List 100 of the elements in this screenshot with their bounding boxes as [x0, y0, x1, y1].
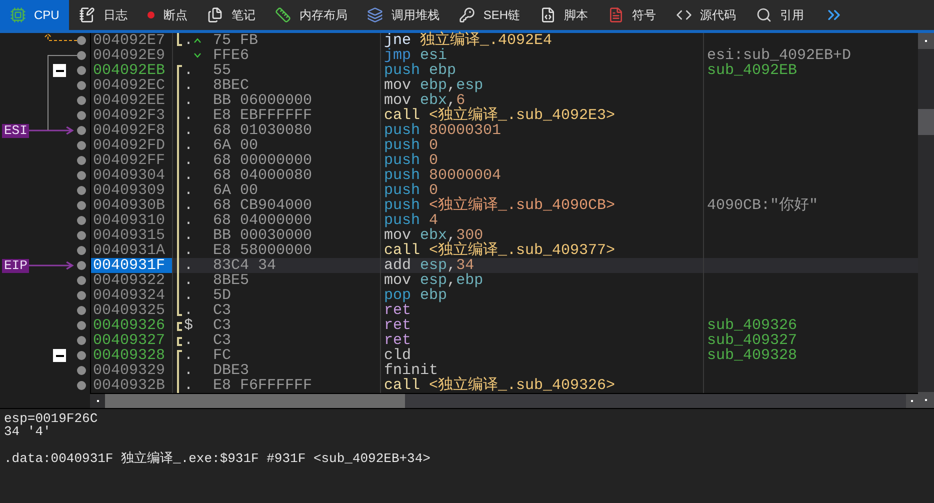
- disassembly-row[interactable]: 004092E7 . 75 FB jne 独立编译_.4092E4: [0, 33, 918, 48]
- comment-cell: 4090CB:"你好": [707, 197, 818, 214]
- disassembly-cell: push ebp: [380, 63, 703, 78]
- disassembly-row[interactable]: 00409327 . C3 ret sub_409327: [0, 333, 918, 348]
- disassembly-cell: ret: [380, 333, 703, 348]
- address-cell-text: 00409328: [92, 348, 166, 363]
- bytes-cell: 55: [213, 63, 232, 78]
- collapse-icon[interactable]: [53, 64, 66, 77]
- tab[interactable]: CPU: [0, 0, 70, 30]
- marker-text: $: [184, 318, 193, 333]
- marker-text: .: [184, 378, 193, 393]
- bytes-cell: BB 00030000: [213, 228, 312, 243]
- marker-text: .: [184, 198, 193, 213]
- marker-text: .: [184, 333, 193, 348]
- disassembly-cell: jne 独立编译_.4092E4: [380, 33, 703, 48]
- breakpoint-dot-icon[interactable]: [77, 156, 86, 165]
- breakpoint-dot-icon[interactable]: [77, 351, 86, 360]
- collapse-icon[interactable]: [53, 349, 66, 362]
- breakpoint-dot-icon[interactable]: [77, 216, 86, 225]
- breakpoint-dot-icon[interactable]: [77, 366, 86, 375]
- marker-text: .: [184, 258, 193, 273]
- address-cell: 0040931F: [91, 258, 172, 273]
- tab[interactable]: 调用堆栈: [357, 0, 450, 30]
- disassembly-row[interactable]: 00409325 . C3 ret: [0, 303, 918, 318]
- address-cell-text: 00409322: [92, 273, 166, 288]
- breakpoint-dot-icon[interactable]: [77, 141, 86, 150]
- breakpoint-dot-icon[interactable]: [77, 201, 86, 210]
- breakpoint-dot-icon[interactable]: [77, 336, 86, 345]
- caret-up-icon: [194, 38, 201, 43]
- info-line: esp=0019F26C: [4, 412, 99, 425]
- address-cell-text: 004092FD: [92, 138, 166, 153]
- marker-text: .: [184, 63, 193, 78]
- ruler-icon: [275, 7, 292, 23]
- bytes-cell: FFE6: [213, 48, 250, 63]
- comment-cell: sub_4092EB: [707, 62, 798, 79]
- breakpoint-dot-icon[interactable]: [77, 111, 86, 120]
- address-cell-text: 004092F8: [92, 123, 166, 138]
- horizontal-scrollbar[interactable]: [90, 393, 918, 408]
- marker-text: .: [184, 213, 193, 228]
- comment-cell: sub_409328: [707, 347, 798, 364]
- tab[interactable]: 断点: [137, 0, 198, 30]
- register-label: ESI: [2, 124, 30, 138]
- document-icon: [608, 7, 624, 23]
- search-icon: [756, 7, 772, 23]
- breakpoint-dot-icon[interactable]: [77, 306, 86, 315]
- address-cell-text: 004092FF: [92, 153, 166, 168]
- caret-down-icon: [194, 53, 201, 58]
- breakpoint-dot-icon[interactable]: [77, 291, 86, 300]
- vertical-scrollbar[interactable]: [918, 33, 934, 408]
- tab[interactable]: 笔记: [197, 0, 266, 30]
- breakpoint-dot-icon[interactable]: [77, 276, 86, 285]
- tab[interactable]: 源代码: [666, 0, 746, 30]
- marker-text: .: [184, 183, 193, 198]
- address-cell-text: 00409310: [92, 213, 166, 228]
- disassembly-cell: jmp esi: [380, 48, 703, 63]
- bytes-cell: E8 58000000: [213, 243, 312, 258]
- bytes-cell: 5D: [213, 288, 232, 303]
- tab[interactable]: 引用: [746, 0, 814, 30]
- address-cell-text: 004092EC: [92, 78, 166, 93]
- disassembly-row[interactable]: EIP 0040931F . 83C4 34 add esp,34: [0, 258, 918, 273]
- address-cell-text: 00409327: [92, 333, 166, 348]
- breakpoint-dot-icon[interactable]: [77, 171, 86, 180]
- breakpoint-dot-icon[interactable]: [77, 246, 86, 255]
- breakpoint-dot-icon[interactable]: [77, 36, 86, 45]
- address-cell-text: 004092E9: [92, 48, 166, 63]
- bracket-end-icon: [176, 303, 183, 318]
- breakpoint-dot-icon[interactable]: [77, 381, 86, 390]
- bytes-cell: E8 EBFFFFFF: [213, 108, 312, 123]
- tab[interactable]: 符号: [598, 0, 666, 30]
- breakpoint-dot-icon[interactable]: [77, 51, 86, 60]
- disassembly-cell: push 0: [380, 138, 703, 153]
- bytes-cell: BB 06000000: [213, 93, 312, 108]
- bytes-cell: C3: [213, 303, 232, 318]
- tab[interactable]: 脚本: [530, 0, 598, 30]
- address-cell-text: 0040930B: [92, 198, 166, 213]
- disassembly-row[interactable]: 004092E9 FFE6 jmp esi esi:sub_4092EB+D: [0, 48, 918, 63]
- location-line: .data:0040931F 独立编译_.exe:$931F #931F <sub_4092EB+34>: [4, 452, 432, 465]
- bytes-cell: 75 FB: [213, 33, 258, 48]
- breakpoint-dot-icon[interactable]: [77, 126, 86, 135]
- breakpoint-dot-icon[interactable]: [77, 96, 86, 105]
- breakpoint-dot-icon[interactable]: [77, 81, 86, 90]
- tab[interactable]: SEH链: [449, 0, 530, 30]
- bytes-cell: 68 00000000: [213, 153, 312, 168]
- breakpoint-dot-icon[interactable]: [77, 186, 86, 195]
- breakpoint-dot-icon[interactable]: [77, 321, 86, 330]
- disassembly-cell: ret: [380, 303, 703, 318]
- disassembly-row[interactable]: 00409326 $ C3 ret sub_409326: [0, 318, 918, 333]
- address-cell-text: 00409329: [92, 363, 166, 378]
- disassembly-cell: ret: [380, 318, 703, 333]
- marker-text: .: [184, 288, 193, 303]
- chip-icon: [10, 7, 26, 23]
- marker-text: .: [184, 153, 193, 168]
- breakpoint-dot-icon[interactable]: [77, 231, 86, 240]
- disassembly-cell: push 80000004: [380, 168, 703, 183]
- breakpoint-dot-icon[interactable]: [77, 261, 86, 270]
- tab[interactable]: 日志: [69, 0, 138, 30]
- bytes-cell: 68 01030080: [213, 123, 312, 138]
- tab[interactable]: 内存布局: [265, 0, 358, 30]
- breakpoint-dot-icon[interactable]: [77, 66, 86, 75]
- register-label: EIP: [2, 258, 30, 272]
